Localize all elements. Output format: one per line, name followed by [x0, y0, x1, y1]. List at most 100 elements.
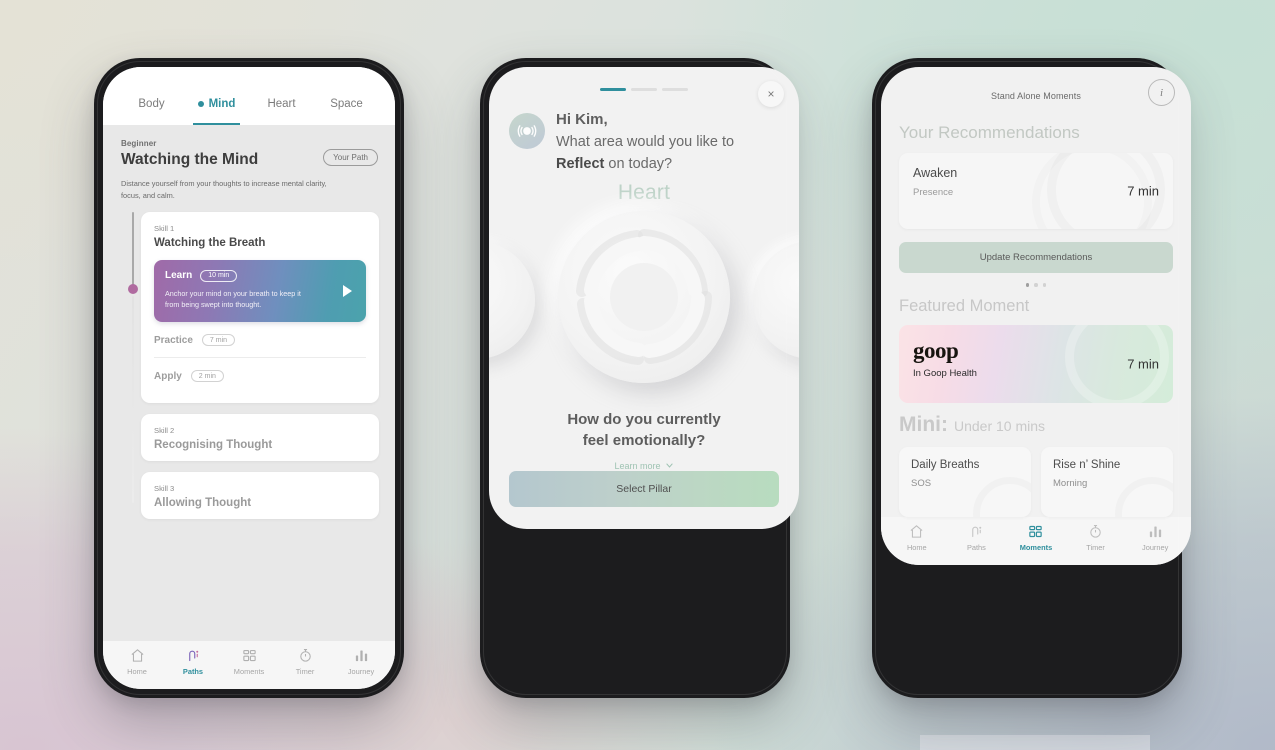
active-tab-dot-icon: [197, 101, 204, 107]
section-title-featured: Featured Moment: [899, 296, 1030, 315]
nav-label-journey: Journey: [347, 667, 375, 676]
mini-card-title: Rise n’ Shine: [1053, 458, 1121, 471]
tab-space-label: Space: [330, 98, 363, 110]
apply-step-row[interactable]: Apply 2 min: [154, 357, 366, 393]
pillar-tab-bar: Body Mind Heart Space: [103, 67, 395, 125]
skill-name: Allowing Thought: [154, 497, 252, 509]
skill-name: Recognising Thought: [154, 439, 273, 451]
nav-label-home: Home: [906, 542, 927, 552]
nav-item-home[interactable]: Home: [887, 524, 947, 552]
nav-item-moments[interactable]: Moments: [1006, 524, 1066, 552]
greeting-text: Hi Kim, What area would you like to Refl…: [556, 111, 779, 175]
paths-icon: [186, 648, 201, 663]
mini-heading-bold: Mini:: [899, 412, 948, 436]
section-title-recommendations: Your Recommendations: [899, 123, 1080, 142]
greeting-block: Hi Kim, What area would you like to Refl…: [489, 91, 799, 175]
nav-label-timer: Timer: [1086, 542, 1105, 552]
mini-card[interactable]: Daily Breaths SOS: [899, 446, 1031, 517]
moments-icon: [242, 648, 257, 663]
nav-item-timer[interactable]: Timer: [277, 648, 333, 676]
section-title-mini: Mini: Under 10 mins: [881, 403, 1191, 437]
greeting-name: Hi Kim,: [556, 111, 608, 128]
home-icon: [909, 524, 924, 539]
nav-item-timer[interactable]: Timer: [1066, 524, 1126, 552]
featured-moment-card[interactable]: goop In Goop Health 7 min: [899, 324, 1173, 403]
skill-list: Skill 1 Watching the Breath Learn 10 min…: [103, 211, 395, 519]
header-title: Stand Alone Moments: [991, 91, 1081, 101]
tab-body[interactable]: Body: [119, 93, 184, 125]
skill-card[interactable]: Skill 3 Allowing Thought: [141, 472, 379, 519]
nav-item-moments[interactable]: Moments: [221, 648, 277, 676]
phone-frame-moments: Stand Alone Moments i Your Recommendatio…: [872, 58, 1191, 698]
journey-icon: [1148, 524, 1163, 539]
pillar-carousel[interactable]: Heart How do you currently feel emotiona…: [489, 175, 799, 471]
learn-description: Anchor your mind on your breath to keep …: [165, 288, 301, 310]
timer-icon: [1088, 524, 1103, 539]
tab-heart-label: Heart: [267, 98, 296, 110]
bottom-nav-bar: Home Paths Moments Timer Journey: [881, 516, 1191, 565]
question-pre: What area would you like to: [556, 134, 735, 150]
path-description: Distance yourself from your thoughts to …: [121, 179, 327, 200]
practice-label: Practice: [154, 334, 193, 346]
close-icon[interactable]: ×: [758, 81, 784, 107]
tab-space[interactable]: Space: [314, 93, 379, 125]
tab-body-label: Body: [138, 98, 165, 110]
tab-mind-label: Mind: [208, 98, 236, 110]
apply-label: Apply: [154, 370, 182, 382]
mini-card-row: Daily Breaths SOS Rise n’ Shine Morning: [899, 446, 1173, 517]
pillar-disc-previous[interactable]: [489, 241, 535, 360]
learn-duration-badge: 10 min: [200, 269, 238, 282]
play-icon[interactable]: [343, 284, 352, 297]
learn-more-link[interactable]: Learn more: [614, 461, 673, 471]
learn-header-row: Learn 10 min: [165, 269, 355, 282]
nav-item-paths[interactable]: Paths: [947, 524, 1007, 552]
update-recommendations-button[interactable]: Update Recommendations: [899, 242, 1173, 273]
feel-line-2: feel emotionally?: [582, 432, 706, 450]
pillar-disc-current[interactable]: [558, 211, 730, 384]
nav-label-paths: Paths: [182, 667, 204, 676]
tab-heart[interactable]: Heart: [249, 93, 314, 125]
skill-number: Skill 1: [154, 223, 175, 233]
practice-duration-badge: 7 min: [201, 334, 236, 346]
home-icon: [130, 648, 145, 663]
nav-item-home[interactable]: Home: [109, 648, 165, 676]
nav-label-moments: Moments: [1019, 542, 1053, 552]
learn-module-card[interactable]: Learn 10 min Anchor your mind on your br…: [154, 259, 366, 322]
mini-card[interactable]: Rise n’ Shine Morning: [1041, 446, 1173, 517]
nav-item-journey[interactable]: Journey: [333, 648, 389, 676]
select-pillar-button[interactable]: Select Pillar: [509, 470, 779, 507]
phone-frame-reflect: × Hi Kim, What area would you like to Re…: [480, 58, 799, 698]
practice-step-row[interactable]: Practice 7 min: [154, 322, 366, 357]
mini-heading-rest: Under 10 mins: [953, 417, 1046, 434]
nav-label-journey: Journey: [1142, 542, 1169, 552]
your-path-button[interactable]: Your Path: [323, 149, 378, 166]
timer-icon: [298, 648, 313, 663]
skill-number: Skill 2: [154, 426, 175, 435]
onboarding-progress: [489, 67, 799, 91]
chevron-down-icon: [665, 463, 673, 468]
moments-icon: [1028, 524, 1043, 539]
phone-frame-paths: Body Mind Heart Space Beginner Watching …: [94, 58, 404, 698]
question-post: on today?: [604, 156, 673, 173]
skill-card[interactable]: Skill 1 Watching the Breath Learn 10 min…: [141, 211, 379, 403]
skill-card[interactable]: Skill 2 Recognising Thought: [141, 414, 379, 461]
apply-duration-badge: 2 min: [190, 370, 224, 382]
reflect-question: What area would you like to Reflect on t…: [556, 131, 779, 175]
nav-item-paths[interactable]: Paths: [165, 648, 221, 676]
journey-icon: [354, 648, 369, 663]
nav-label-home: Home: [127, 667, 147, 676]
question-emphasis: Reflect: [556, 156, 605, 173]
pillar-disc-next[interactable]: [753, 241, 799, 360]
mini-card-title: Daily Breaths: [911, 458, 980, 471]
tab-mind[interactable]: Mind: [184, 93, 249, 125]
featured-duration: 7 min: [1127, 356, 1159, 371]
skill-number: Skill 3: [154, 484, 175, 493]
nav-item-journey[interactable]: Journey: [1125, 524, 1185, 552]
nav-label-timer: Timer: [295, 667, 315, 676]
selected-pillar-label: Heart: [617, 181, 671, 205]
recommendation-card[interactable]: Awaken Presence 7 min: [899, 153, 1173, 229]
phone3-screen: Stand Alone Moments i Your Recommendatio…: [881, 67, 1191, 565]
info-icon[interactable]: i: [1148, 79, 1175, 106]
phone2-screen: × Hi Kim, What area would you like to Re…: [489, 67, 799, 529]
moments-header: Stand Alone Moments i: [881, 67, 1191, 113]
